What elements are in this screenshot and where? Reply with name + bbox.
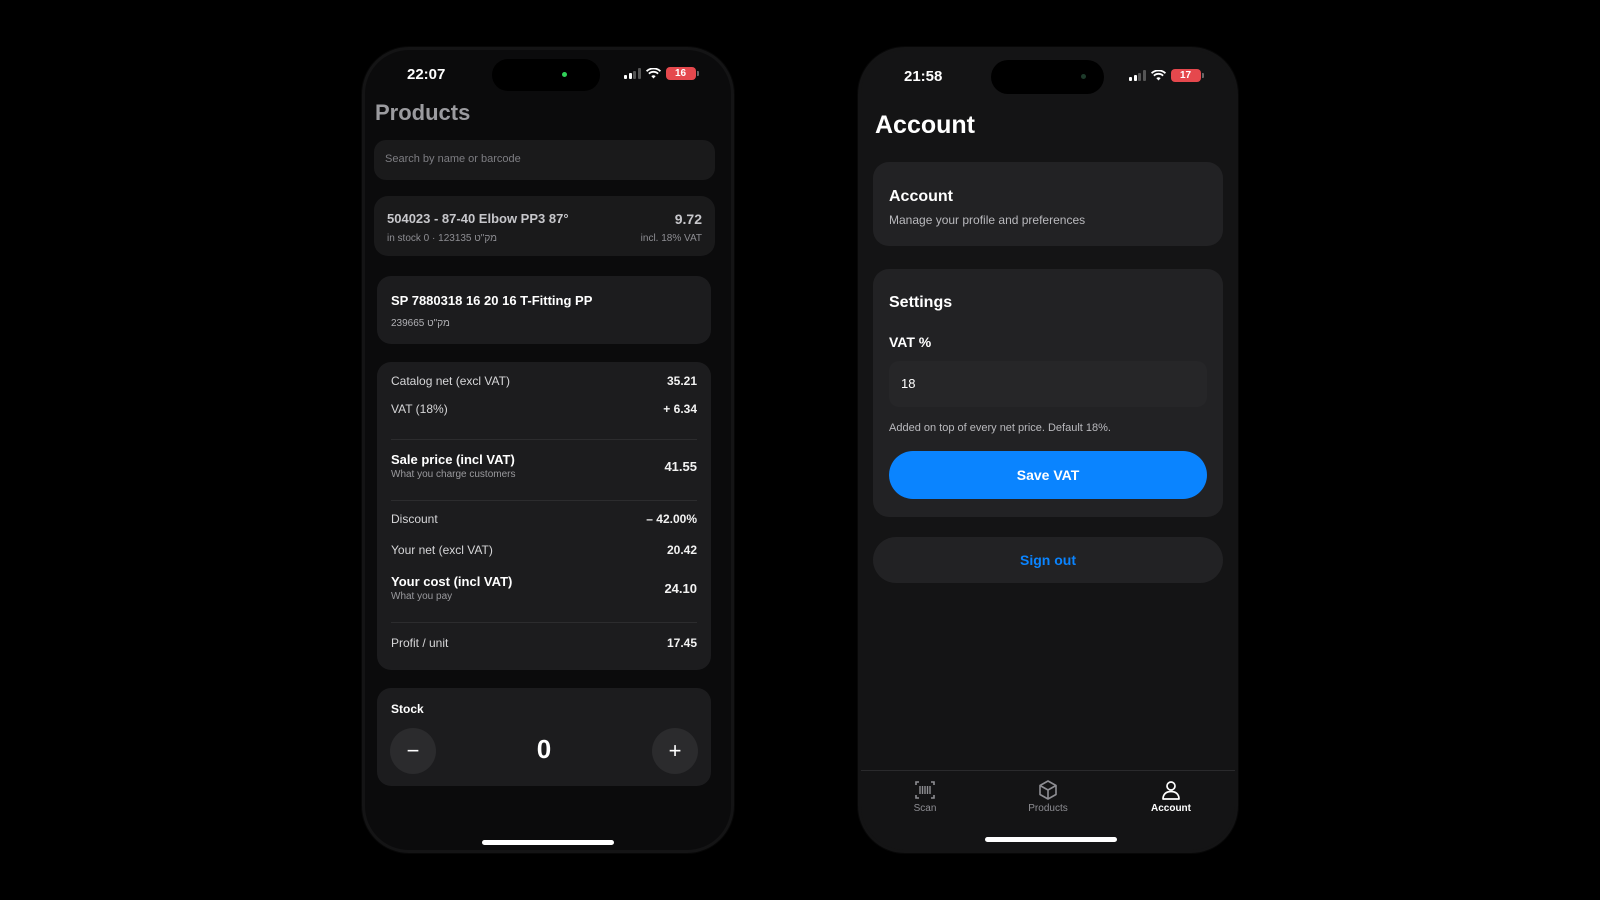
tab-label: Scan — [913, 803, 937, 814]
stock-card: Stock − 0 + — [377, 688, 711, 786]
profit-value: 17.45 — [666, 636, 697, 650]
status-time: 21:58 — [904, 68, 943, 85]
vat-input[interactable]: 18 — [889, 361, 1207, 407]
box-icon — [1039, 780, 1057, 800]
vat-field-label: VAT % — [889, 334, 932, 350]
vat-help-text: Added on top of every net price. Default… — [889, 422, 1111, 434]
sale-price-row: Sale price (incl VAT) What you charge cu… — [391, 452, 697, 480]
dynamic-island — [991, 60, 1104, 94]
your-net-row: Your net (excl VAT) 20.42 — [391, 543, 697, 557]
settings-title: Settings — [889, 294, 953, 311]
product-vat-note: incl. 18% VAT — [640, 233, 702, 244]
divider — [391, 500, 697, 501]
discount-value: – 42.00% — [646, 512, 697, 526]
catalog-net-label: Catalog net (excl VAT) — [391, 374, 510, 388]
tab-products[interactable]: Products — [1008, 779, 1088, 814]
your-cost-label: Your cost (incl VAT) — [391, 574, 513, 589]
wifi-icon — [645, 68, 661, 79]
your-net-value: 20.42 — [666, 543, 697, 557]
page-title: Account — [875, 111, 975, 139]
tab-scan[interactable]: Scan — [885, 779, 965, 814]
phone-account-screen: 21:58 17 Account Account Manage your pro… — [861, 50, 1235, 850]
product-list-item[interactable]: 504023 - 87-40 Elbow PP3 87° 9.72 in sto… — [374, 196, 715, 256]
vat-row: VAT (18%) + 6.34 — [391, 402, 697, 416]
status-bar: 21:58 17 — [861, 50, 1235, 100]
product-detail-sku: 239665 מק"ט — [391, 318, 450, 329]
increment-button[interactable]: + — [652, 728, 698, 774]
battery-icon: 17 — [1170, 69, 1204, 82]
your-cost-row: Your cost (incl VAT) What you pay 24.10 — [391, 574, 697, 602]
battery-icon: 16 — [665, 67, 699, 80]
tab-label: Products — [1028, 803, 1068, 814]
save-vat-button[interactable]: Save VAT — [889, 451, 1207, 499]
vat-value: + 6.34 — [663, 402, 697, 416]
discount-label: Discount — [391, 512, 438, 526]
your-cost-value: 24.10 — [664, 580, 697, 596]
settings-card: Settings VAT % 18 Added on top of every … — [873, 269, 1223, 517]
search-input[interactable]: Search by name or barcode — [374, 140, 715, 180]
account-card-title: Account — [889, 188, 953, 205]
sale-price-label: Sale price (incl VAT) — [391, 452, 515, 467]
wifi-icon — [1150, 70, 1166, 81]
barcode-icon — [915, 781, 935, 799]
discount-row: Discount – 42.00% — [391, 512, 697, 526]
profit-label: Profit / unit — [391, 636, 449, 650]
dynamic-island — [492, 59, 600, 91]
catalog-net-value: 35.21 — [666, 374, 697, 388]
your-net-label: Your net (excl VAT) — [391, 543, 493, 557]
vat-input-value: 18 — [901, 376, 916, 391]
phone-products-screen: 22:07 16 Products Search by name or barc… — [365, 50, 731, 850]
divider — [391, 622, 697, 623]
home-indicator[interactable] — [482, 840, 614, 845]
sale-price-value: 41.55 — [664, 458, 697, 474]
sale-price-subtitle: What you charge customers — [391, 469, 516, 480]
product-meta: in stock 0 · 123135 מק"ט — [387, 233, 498, 244]
account-card-subtitle: Manage your profile and preferences — [889, 213, 1086, 227]
your-cost-subtitle: What you pay — [391, 591, 453, 602]
search-placeholder: Search by name or barcode — [385, 153, 521, 165]
catalog-net-row: Catalog net (excl VAT) 35.21 — [391, 374, 697, 388]
page-title: Products — [375, 100, 471, 125]
product-detail-name: SP 7880318 16 20 16 T-Fitting PP — [391, 293, 593, 308]
camera-icon — [1081, 74, 1086, 79]
divider — [391, 439, 697, 440]
status-icons: 17 — [1129, 69, 1204, 82]
tab-account[interactable]: Account — [1131, 779, 1211, 814]
vat-label: VAT (18%) — [391, 402, 448, 416]
status-time: 22:07 — [407, 66, 446, 83]
product-price: 9.72 — [674, 211, 702, 227]
cellular-signal-icon — [624, 68, 641, 79]
sign-out-button[interactable]: Sign out — [873, 537, 1223, 583]
cellular-signal-icon — [1129, 70, 1146, 81]
profit-row: Profit / unit 17.45 — [391, 636, 697, 650]
status-icons: 16 — [624, 67, 699, 80]
stock-label: Stock — [391, 702, 424, 716]
pricing-card: Catalog net (excl VAT) 35.21 VAT (18%) +… — [377, 362, 711, 670]
person-icon — [1162, 781, 1180, 800]
camera-indicator-icon — [562, 72, 567, 77]
account-card[interactable]: Account Manage your profile and preferen… — [873, 162, 1223, 246]
tab-label: Account — [1151, 803, 1191, 814]
product-detail-header: SP 7880318 16 20 16 T-Fitting PP 239665 … — [377, 276, 711, 344]
home-indicator[interactable] — [985, 837, 1117, 842]
status-bar: 22:07 16 — [365, 50, 731, 100]
product-name: 504023 - 87-40 Elbow PP3 87° — [387, 211, 569, 226]
